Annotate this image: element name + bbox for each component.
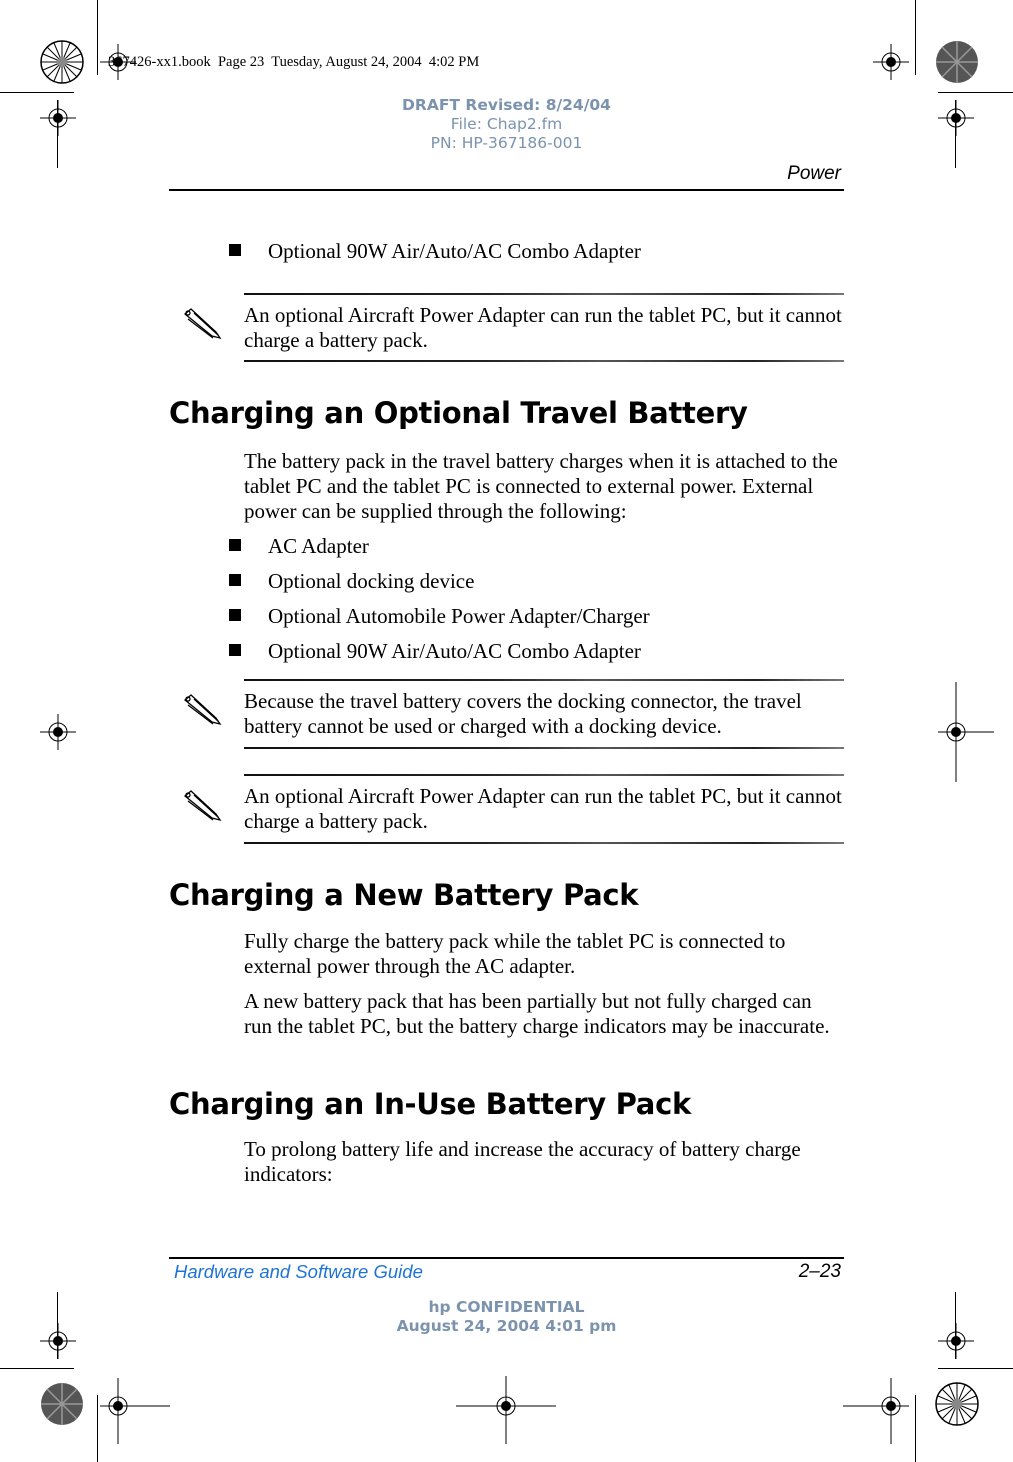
crop-line	[0, 1368, 74, 1369]
confidential-stamp: hp CONFIDENTIAL August 24, 2004 4:01 pm	[0, 1298, 1013, 1336]
starburst-target-icon	[936, 41, 978, 83]
bullet-icon	[229, 644, 241, 656]
note-rule-top	[244, 293, 844, 295]
note-text: Because the travel battery covers the do…	[244, 689, 802, 738]
starburst-target-icon	[935, 1382, 979, 1426]
draft-revised: DRAFT Revised: 8/24/04	[402, 96, 611, 114]
crop-line	[97, 0, 98, 75]
print-info-line: 367426-xx1.book Page 23 Tuesday, August …	[108, 54, 480, 70]
page-number: 2–23	[798, 1261, 841, 1282]
note-pencil-icon	[183, 790, 222, 822]
confidential-date: August 24, 2004 4:01 pm	[396, 1317, 617, 1335]
note-rule-bottom	[244, 842, 844, 844]
list-item: AC Adapter	[229, 534, 369, 558]
crop-line	[915, 1395, 916, 1462]
list-item: Optional 90W Air/Auto/AC Combo Adapter	[229, 639, 641, 663]
body-paragraph: A new battery pack that has been partial…	[244, 989, 830, 1038]
starburst-target-icon	[40, 40, 84, 84]
registration-mark-icon	[456, 1376, 556, 1444]
body-paragraph: To prolong battery life and increase the…	[244, 1137, 801, 1186]
draft-part-number: PN: HP-367186-001	[430, 134, 583, 152]
crop-line	[97, 1395, 98, 1462]
note-text: An optional Aircraft Power Adapter can r…	[244, 784, 842, 833]
footer-guide-title: Hardware and Software Guide	[174, 1261, 423, 1282]
note-rule-bottom	[244, 747, 844, 749]
bullet-icon	[229, 574, 241, 586]
note-pencil-icon	[183, 308, 222, 340]
draft-stamp: DRAFT Revised: 8/24/04 File: Chap2.fm PN…	[0, 96, 1013, 153]
note-text: An optional Aircraft Power Adapter can r…	[244, 303, 842, 352]
note-rule-bottom	[244, 360, 844, 362]
registration-mark-icon	[843, 1378, 909, 1444]
section-heading: Charging an In-Use Battery Pack	[169, 1087, 691, 1121]
header-rule	[169, 189, 844, 191]
section-heading: Charging a New Battery Pack	[169, 878, 639, 912]
confidential-label: hp CONFIDENTIAL	[428, 1298, 585, 1316]
draft-file: File: Chap2.fm	[450, 115, 563, 133]
note-rule-top	[244, 774, 844, 776]
bullet-icon	[229, 539, 241, 551]
crop-line	[0, 92, 74, 93]
section-heading: Charging an Optional Travel Battery	[169, 396, 748, 430]
list-item: Optional Automobile Power Adapter/Charge…	[229, 604, 650, 628]
footer-rule	[169, 1257, 844, 1259]
bullet-icon	[229, 244, 241, 256]
list-item: Optional docking device	[229, 569, 474, 593]
crop-line	[915, 0, 916, 75]
registration-mark-icon	[40, 714, 76, 750]
crop-line	[938, 1368, 1013, 1369]
body-paragraph: The battery pack in the travel battery c…	[244, 449, 838, 523]
body-paragraph: Fully charge the battery pack while the …	[244, 929, 786, 978]
note-pencil-icon	[183, 694, 222, 726]
crop-line	[938, 92, 1013, 93]
starburst-target-icon	[41, 1383, 83, 1425]
registration-mark-icon	[938, 682, 994, 782]
note-rule-top	[244, 679, 844, 681]
running-head: Power	[787, 163, 841, 184]
bullet-icon	[229, 609, 241, 621]
registration-mark-icon	[873, 44, 909, 80]
list-item: Optional 90W Air/Auto/AC Combo Adapter	[229, 239, 641, 263]
registration-mark-icon	[100, 1378, 170, 1444]
